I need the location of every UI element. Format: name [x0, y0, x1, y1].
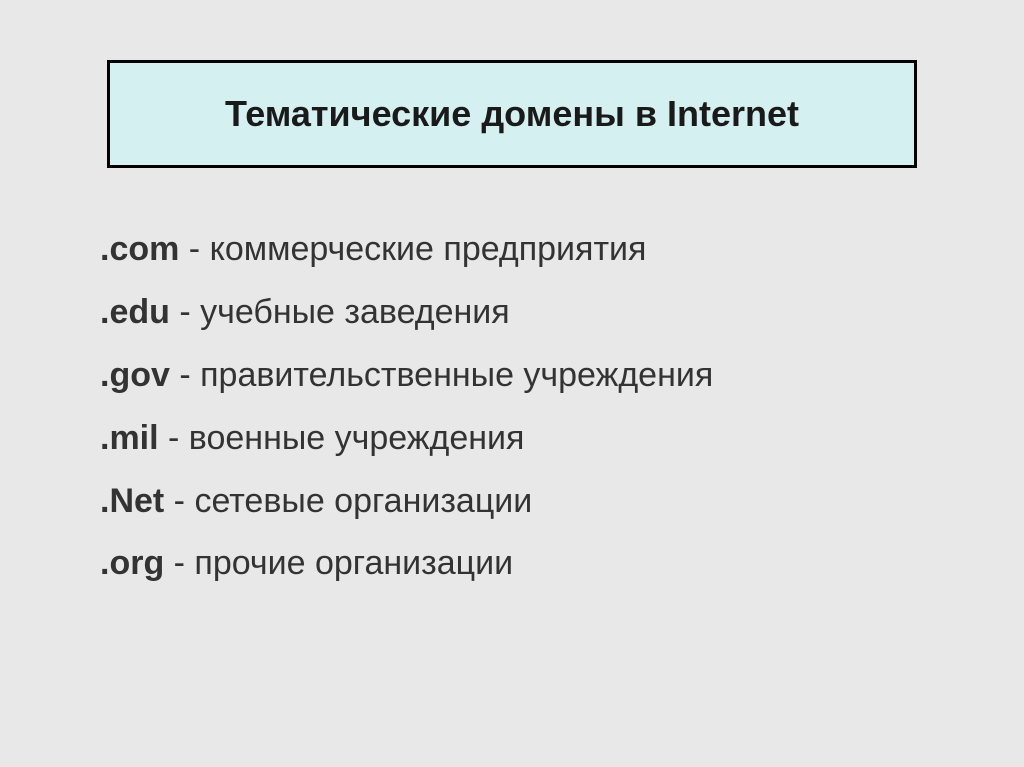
domain-description: - военные учреждения: [159, 419, 525, 457]
list-item: .edu - учебные заведения: [100, 281, 954, 344]
domain-prefix: .gov: [100, 356, 170, 394]
list-item: .com - коммерческие предприятия: [100, 218, 954, 281]
list-item: .Net - сетевые организации: [100, 470, 954, 533]
domain-description: - сетевые организации: [164, 482, 532, 520]
domain-prefix: .mil: [100, 419, 159, 457]
domain-description: - прочие организации: [164, 544, 513, 582]
list-item: .gov - правительственные учреждения: [100, 344, 954, 407]
title-box: Тематические домены в Internet: [107, 60, 917, 168]
domain-prefix: .Net: [100, 482, 164, 520]
list-item: .mil - военные учреждения: [100, 407, 954, 470]
domain-prefix: .org: [100, 544, 164, 582]
domain-description: - учебные заведения: [170, 293, 510, 331]
domain-description: - правительственные учреждения: [170, 356, 713, 394]
domain-prefix: .edu: [100, 293, 170, 331]
domain-list: .com - коммерческие предприятия .edu - у…: [70, 218, 954, 595]
slide-title: Тематические домены в Internet: [160, 93, 864, 135]
domain-prefix: .com: [100, 230, 179, 268]
domain-description: - коммерческие предприятия: [179, 230, 646, 268]
list-item: .org - прочие организации: [100, 532, 954, 595]
